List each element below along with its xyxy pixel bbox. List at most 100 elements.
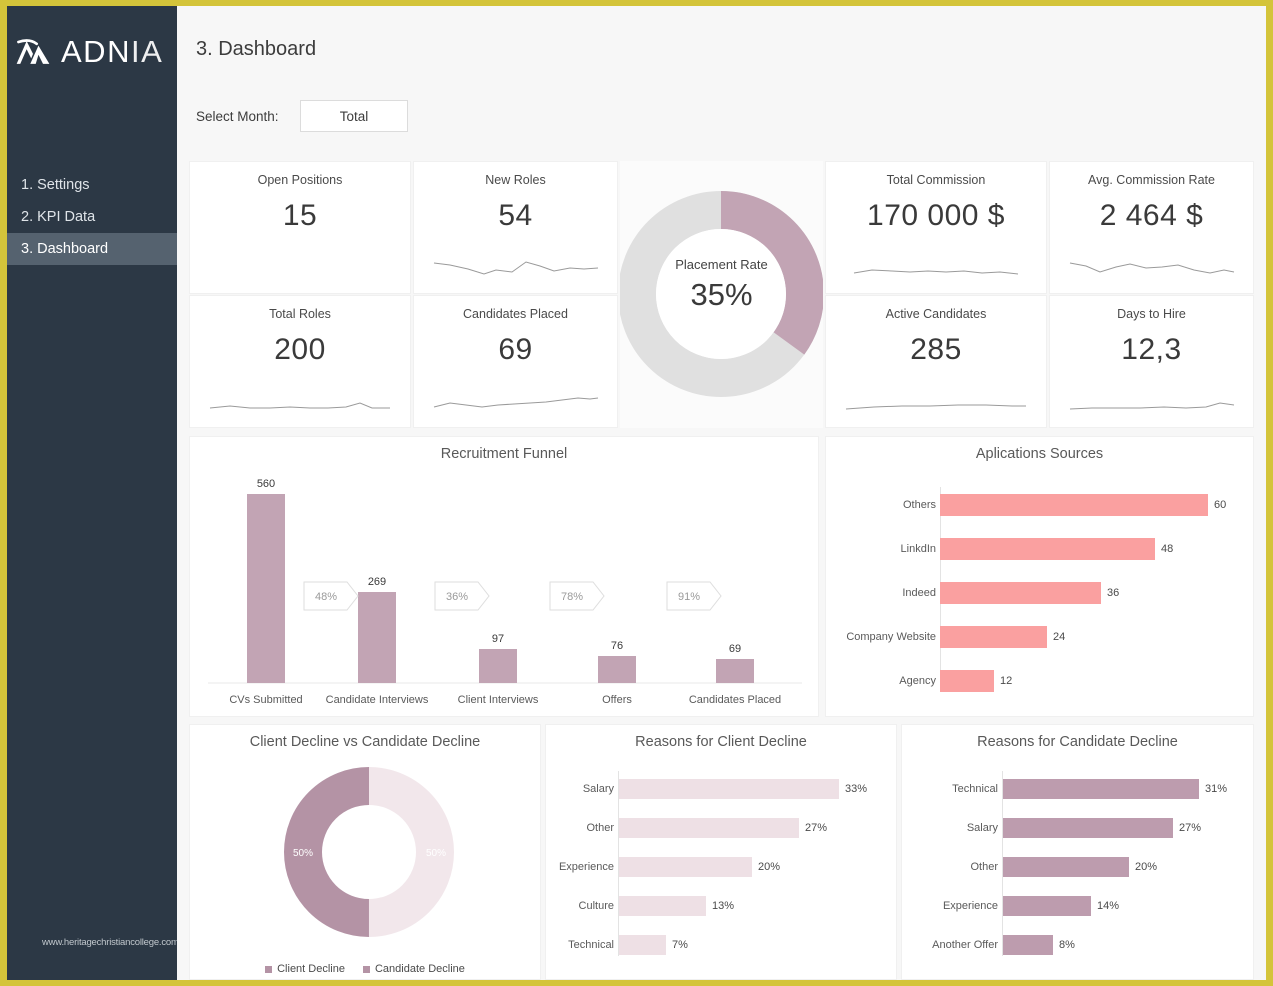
kpi-title: Open Positions xyxy=(258,173,343,187)
legend-item: Candidate Decline xyxy=(363,963,465,975)
bar-fill xyxy=(619,857,752,877)
list-item: Indeed 36 xyxy=(826,580,1253,606)
bar-label: Another Offer xyxy=(902,939,998,951)
bar-label: LinkdIn xyxy=(826,543,936,555)
bar-label: Culture xyxy=(546,900,614,912)
chart-legend: Client Decline Candidate Decline xyxy=(190,963,540,975)
kpi-title: Total Commission xyxy=(887,173,986,187)
reasons-candidate-decline-panel: Reasons for Candidate Decline Technical … xyxy=(901,724,1254,980)
bar-label: Technical xyxy=(546,939,614,951)
month-select-dropdown[interactable]: Total xyxy=(300,100,408,132)
funnel-value-label: 269 xyxy=(368,576,386,588)
sparkline xyxy=(1068,257,1236,279)
bar-fill xyxy=(619,779,839,799)
bar-track: 14% xyxy=(1003,896,1119,916)
bar-value: 20% xyxy=(758,861,780,873)
list-item: Salary 27% xyxy=(902,816,1253,840)
list-item: Salary 33% xyxy=(546,777,896,801)
bar-label: Company Website xyxy=(826,631,936,643)
bar-fill xyxy=(940,626,1047,648)
client-vs-candidate-decline-panel: Client Decline vs Candidate Decline 50% … xyxy=(189,724,541,980)
funnel-category-label: Candidate Interviews xyxy=(326,694,429,706)
funnel-value-label: 560 xyxy=(257,478,275,490)
funnel-category-label: Offers xyxy=(602,694,632,706)
bar-track: 27% xyxy=(619,818,827,838)
bar-track: 13% xyxy=(619,896,734,916)
sparkline xyxy=(432,393,600,413)
bar-track: 20% xyxy=(619,857,780,877)
bar-fill xyxy=(1003,896,1091,916)
kpi-title: Total Roles xyxy=(269,307,331,321)
bar-label: Experience xyxy=(902,900,998,912)
kpi-value: 170 000 $ xyxy=(867,199,1005,233)
select-month-label: Select Month: xyxy=(196,109,279,124)
list-item: Experience 20% xyxy=(546,855,896,879)
list-item: Other 27% xyxy=(546,816,896,840)
bar-value: 8% xyxy=(1059,939,1075,951)
sidebar-item-label: 3. Dashboard xyxy=(21,241,108,257)
bar-label: Other xyxy=(902,861,998,873)
bar-value: 27% xyxy=(805,822,827,834)
sparkline xyxy=(1068,397,1236,413)
sidebar-item-settings[interactable]: 1. Settings xyxy=(7,169,177,201)
bar-label: Experience xyxy=(546,861,614,873)
conversion-label: 78% xyxy=(561,591,583,603)
sidebar-item-label: 2. KPI Data xyxy=(21,209,95,225)
bar-fill xyxy=(940,582,1101,604)
kpi-card-total-roles: Total Roles 200 xyxy=(189,295,411,428)
bar-label: Salary xyxy=(546,783,614,795)
bar-track: 48 xyxy=(940,538,1173,560)
list-item: Culture 13% xyxy=(546,894,896,918)
reasons-client-decline-panel: Reasons for Client Decline Salary 33% Ot… xyxy=(545,724,897,980)
bar-value: 33% xyxy=(845,783,867,795)
funnel-bar-candidate-interviews xyxy=(358,592,396,683)
conversion-label: 48% xyxy=(315,591,337,603)
panel-title: Aplications Sources xyxy=(826,446,1253,462)
sidebar-item-kpi-data[interactable]: 2. KPI Data xyxy=(7,201,177,233)
list-item: Agency 12 xyxy=(826,668,1253,694)
bar-track: 27% xyxy=(1003,818,1201,838)
bar-value: 13% xyxy=(712,900,734,912)
conversion-label: 91% xyxy=(678,591,700,603)
panel-title: Recruitment Funnel xyxy=(190,446,818,462)
brand-wordmark-bold: ADN xyxy=(61,34,131,69)
bar-fill xyxy=(940,538,1155,560)
funnel-category-label: Candidates Placed xyxy=(689,694,781,706)
bar-value: 31% xyxy=(1205,783,1227,795)
month-select-value: Total xyxy=(340,109,369,124)
bar-label: Technical xyxy=(902,783,998,795)
recruitment-funnel-panel: Recruitment Funnel 560 269 97 76 69 48% xyxy=(189,436,819,717)
panel-title: Reasons for Candidate Decline xyxy=(902,734,1253,750)
kpi-title: Days to Hire xyxy=(1117,307,1186,321)
kpi-card-candidates-placed: Candidates Placed 69 xyxy=(413,295,618,428)
bar-track: 12 xyxy=(940,670,1012,692)
bar-value: 7% xyxy=(672,939,688,951)
funnel-bar-client-interviews xyxy=(479,649,517,683)
funnel-bar-cvs-submitted xyxy=(247,494,285,683)
funnel-bar-candidates-placed xyxy=(716,659,754,683)
kpi-card-total-commission: Total Commission 170 000 $ xyxy=(825,161,1047,294)
sidebar: ADNIA 1. Settings 2. KPI Data 3. Dashboa… xyxy=(7,6,177,980)
kpi-card-avg-commission-rate: Avg. Commission Rate 2 464 $ xyxy=(1049,161,1254,294)
bar-value: 24 xyxy=(1053,631,1065,643)
donut-center-label: Placement Rate xyxy=(620,257,823,272)
watermark: www.heritagechristiancollege.com xyxy=(42,937,179,948)
list-item: Company Website 24 xyxy=(826,624,1253,650)
bar-value: 14% xyxy=(1097,900,1119,912)
kpi-value: 285 xyxy=(910,333,962,367)
sidebar-item-dashboard[interactable]: 3. Dashboard xyxy=(7,233,177,265)
main-content: 3. Dashboard Select Month: Total Open Po… xyxy=(177,6,1266,980)
list-item: Technical 7% xyxy=(546,933,896,957)
bar-track: 7% xyxy=(619,935,688,955)
sparkline xyxy=(208,397,392,413)
bar-track: 36 xyxy=(940,582,1119,604)
kpi-title: Candidates Placed xyxy=(463,307,568,321)
dashboard-frame: ADNIA 1. Settings 2. KPI Data 3. Dashboa… xyxy=(7,6,1266,980)
funnel-bar-offers xyxy=(598,656,636,683)
bar-value: 60 xyxy=(1214,499,1226,511)
kpi-value: 15 xyxy=(283,199,317,233)
panel-title: Client Decline vs Candidate Decline xyxy=(190,734,540,750)
list-item: Others 60 xyxy=(826,492,1253,518)
bar-label: Other xyxy=(546,822,614,834)
placement-rate-card: Placement Rate 35% xyxy=(620,161,823,428)
